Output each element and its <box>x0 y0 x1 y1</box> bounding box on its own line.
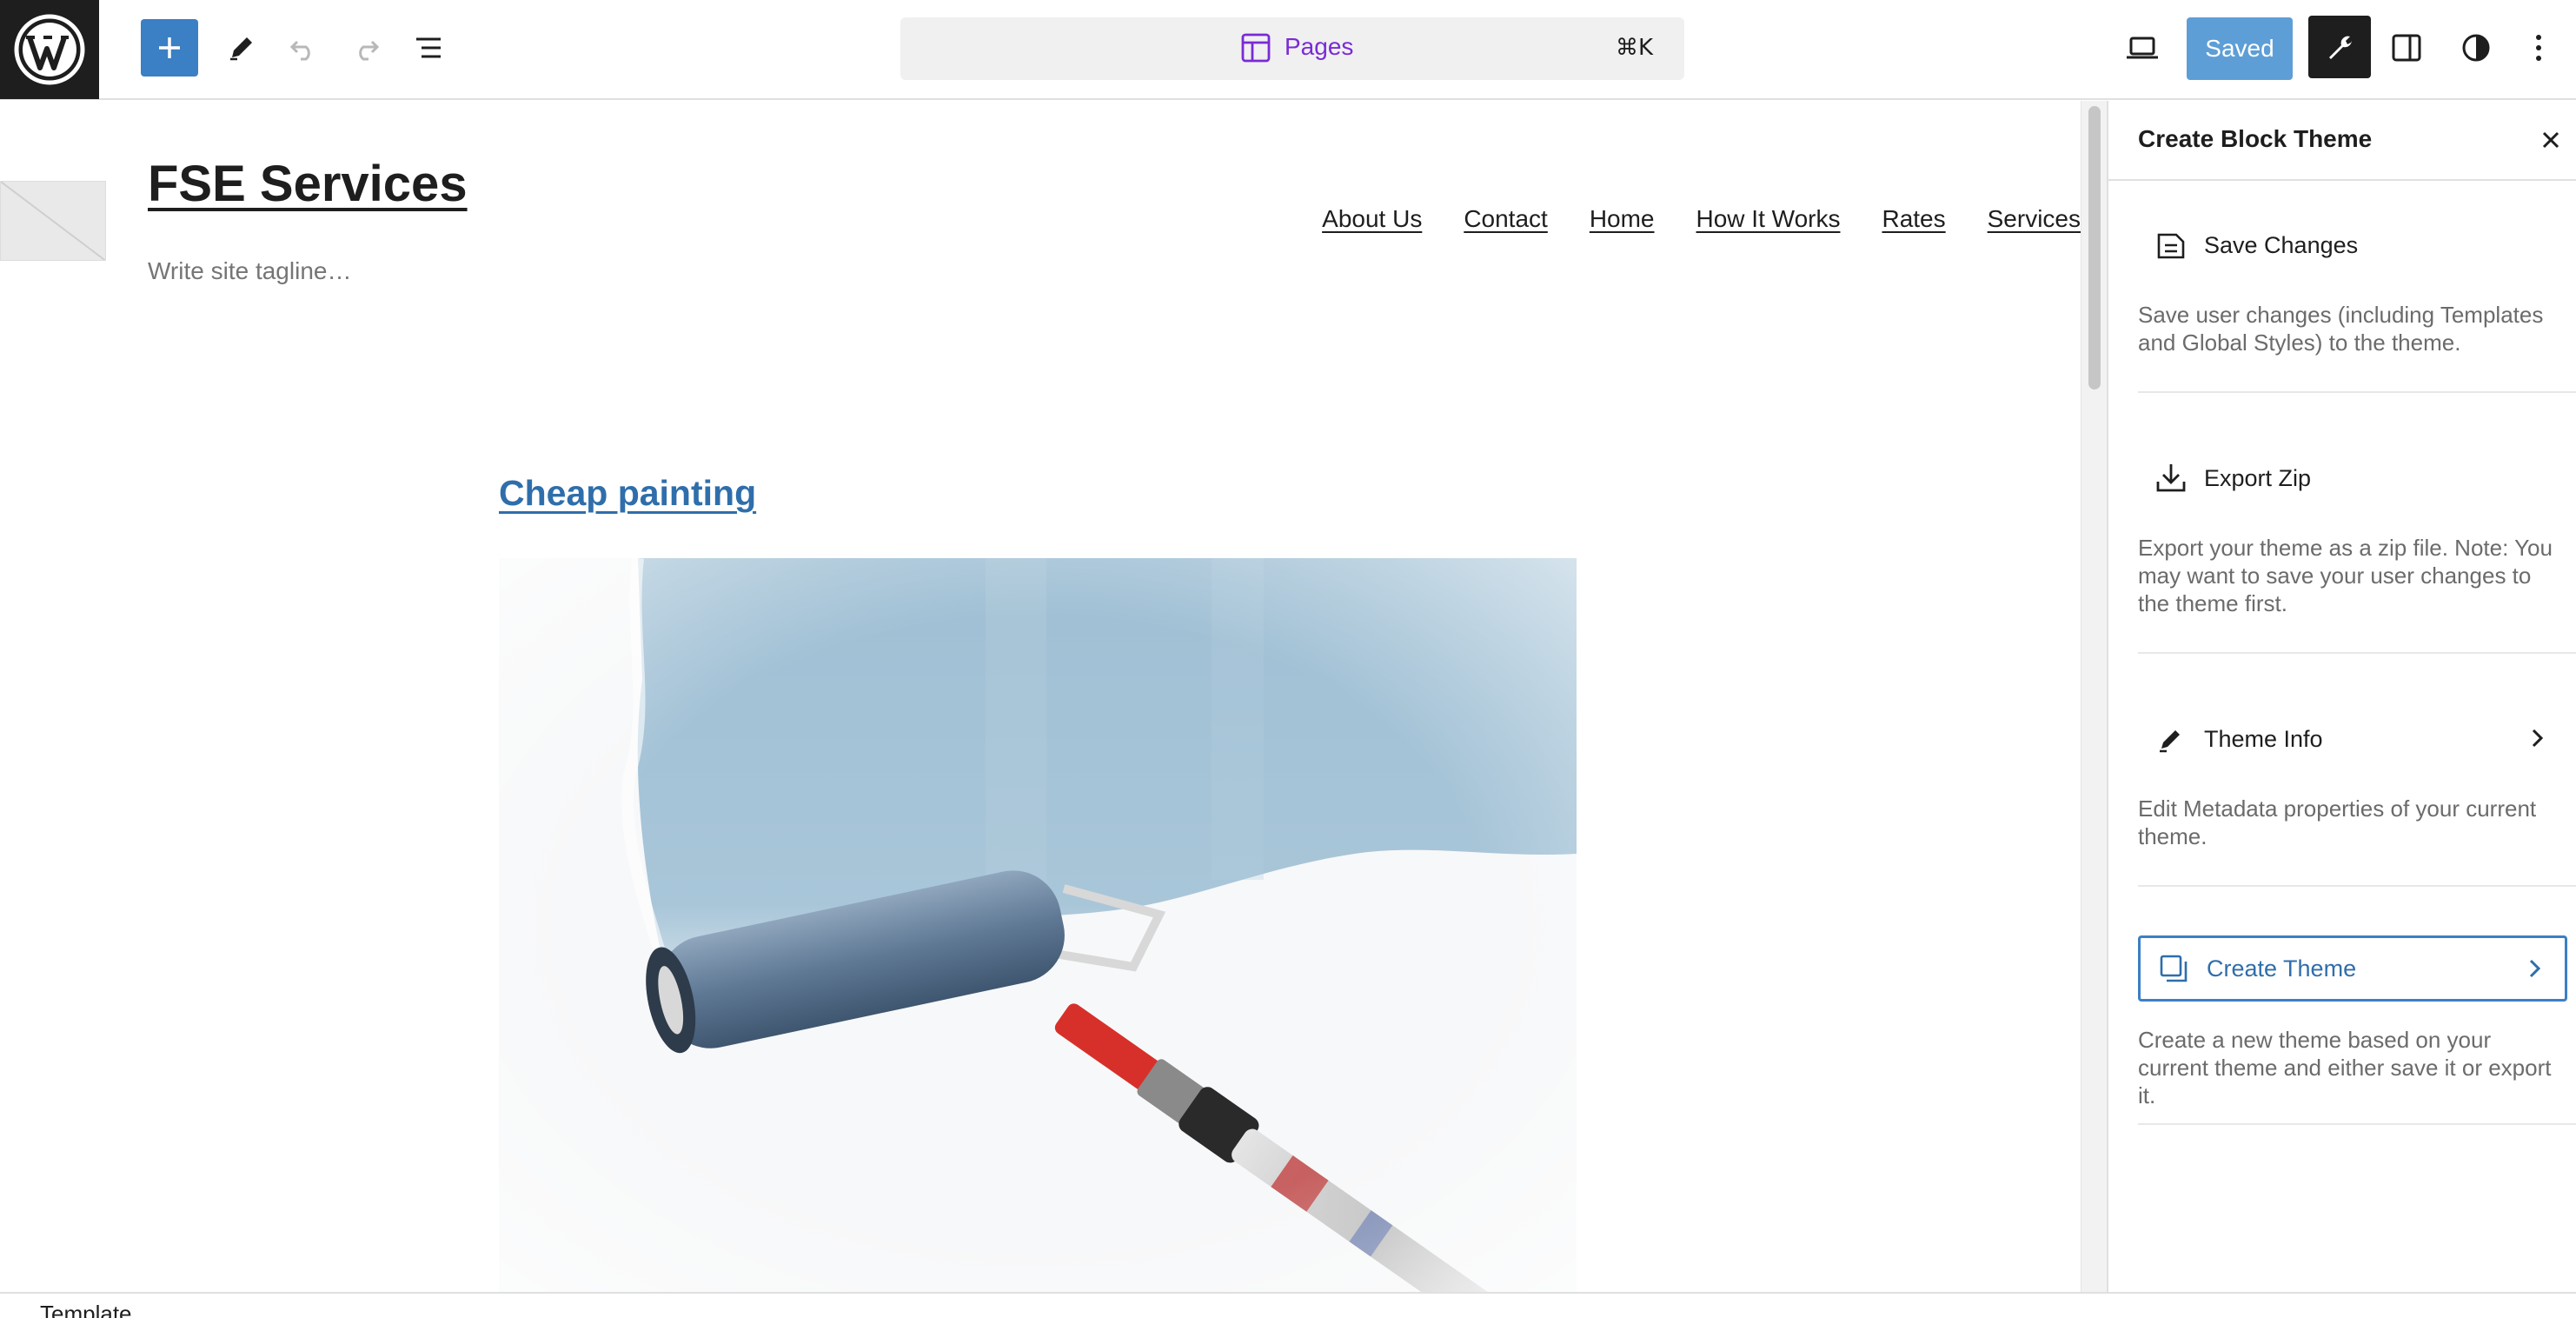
pencil-icon <box>2160 730 2180 753</box>
theme-info-description: Edit Metadata properties of your current… <box>2138 795 2537 849</box>
create-theme-button[interactable]: Create Theme <box>2138 935 2567 1002</box>
placeholder-diagonal-icon <box>1 182 105 260</box>
export-zip-description: Export your theme as a zip file. Note: Y… <box>2138 535 2553 616</box>
contrast-icon <box>2462 34 2490 62</box>
create-theme-label: Create Theme <box>2207 955 2357 982</box>
close-icon <box>2542 131 2559 149</box>
pencil-icon <box>230 37 252 61</box>
preview-device-button[interactable] <box>2114 19 2171 77</box>
redo-button[interactable] <box>337 19 395 77</box>
command-palette-button[interactable]: Pages ⌘K <box>900 17 1684 80</box>
save-changes-label: Save Changes <box>2204 231 2359 258</box>
nav-link-about-us[interactable]: About Us <box>1322 205 1422 233</box>
breadcrumb-template[interactable]: Template <box>40 1301 132 1318</box>
post-title[interactable]: Cheap painting <box>499 473 756 514</box>
command-palette-label: Pages <box>1285 33 1354 60</box>
add-block-button[interactable] <box>141 19 198 77</box>
nav-link-how-it-works[interactable]: How It Works <box>1696 205 1841 233</box>
create-block-theme-sidebar: Create Block Theme Save Changes Save use… <box>2107 101 2576 1292</box>
site-tagline-placeholder[interactable]: Write site tagline… <box>148 257 351 285</box>
settings-sidebar-button[interactable] <box>2378 19 2435 77</box>
undo-icon <box>289 40 310 61</box>
wordpress-logo-icon <box>14 14 85 85</box>
create-theme-description: Create a new theme based on your current… <box>2138 1027 2552 1108</box>
undo-button[interactable] <box>275 19 332 77</box>
create-theme-section: Create Theme Create a new theme based on… <box>2138 935 2567 1109</box>
divider <box>2138 652 2576 654</box>
theme-info-label: Theme Info <box>2204 725 2323 752</box>
divider <box>2138 1123 2576 1125</box>
download-icon <box>2156 464 2186 492</box>
export-zip-label: Export Zip <box>2204 464 2312 491</box>
save-changes-description: Save user changes (including Templates a… <box>2138 302 2544 356</box>
export-zip-section: Export Zip Export your theme as a zip fi… <box>2138 447 2567 617</box>
nav-link-rates[interactable]: Rates <box>1882 205 1945 233</box>
copy-icon <box>2160 955 2188 982</box>
styles-button[interactable] <box>2447 19 2505 77</box>
editor-toolbar: Pages ⌘K Saved <box>0 0 2576 100</box>
chevron-right-icon <box>2532 729 2544 748</box>
divider <box>2138 391 2576 393</box>
export-zip-button[interactable]: Export Zip <box>2138 447 2567 509</box>
list-view-icon <box>416 37 441 58</box>
saved-button[interactable]: Saved <box>2187 17 2293 80</box>
theme-info-section: Theme Info Edit Metadata properties of y… <box>2138 708 2567 850</box>
featured-image[interactable] <box>499 558 1577 1292</box>
close-sidebar-button[interactable] <box>2531 120 2571 160</box>
keyboard-shortcut: ⌘K <box>1615 35 1653 61</box>
scrollbar-thumb[interactable] <box>2088 106 2101 389</box>
plus-icon <box>159 37 180 58</box>
redo-icon <box>359 40 380 61</box>
paint-roller-image <box>499 558 1577 1292</box>
nav-link-home[interactable]: Home <box>1590 205 1655 233</box>
sidebar-icon <box>2392 34 2421 62</box>
more-vertical-icon <box>2536 35 2541 61</box>
tools-edit-button[interactable] <box>212 19 269 77</box>
wordpress-logo-button[interactable] <box>0 0 99 99</box>
site-navigation: About Us Contact Home How It Works Rates… <box>1322 205 2081 233</box>
divider <box>2138 885 2576 887</box>
site-logo-placeholder[interactable] <box>0 181 106 261</box>
save-changes-section: Save Changes Save user changes (includin… <box>2138 214 2567 356</box>
wrench-icon <box>2329 36 2352 59</box>
desktop-icon <box>2127 37 2158 59</box>
editor-canvas[interactable]: FSE Services Write site tagline… About U… <box>0 101 2081 1292</box>
site-title[interactable]: FSE Services <box>148 155 468 213</box>
sidebar-header: Create Block Theme <box>2108 101 2576 181</box>
options-menu-button[interactable] <box>2517 19 2560 77</box>
layout-icon <box>1241 33 1271 63</box>
nav-link-services[interactable]: Services <box>1988 205 2081 233</box>
canvas-scrollbar[interactable] <box>2081 101 2107 1292</box>
block-breadcrumb-bar: Template <box>0 1292 2576 1318</box>
create-block-theme-button[interactable] <box>2308 16 2371 78</box>
document-overview-button[interactable] <box>400 19 457 77</box>
sidebar-title: Create Block Theme <box>2138 125 2373 152</box>
theme-info-button[interactable]: Theme Info <box>2138 708 2567 770</box>
save-changes-button[interactable]: Save Changes <box>2138 214 2567 276</box>
nav-link-contact[interactable]: Contact <box>1464 205 1548 233</box>
save-icon <box>2157 233 2185 259</box>
chevron-right-icon <box>2529 959 2541 978</box>
